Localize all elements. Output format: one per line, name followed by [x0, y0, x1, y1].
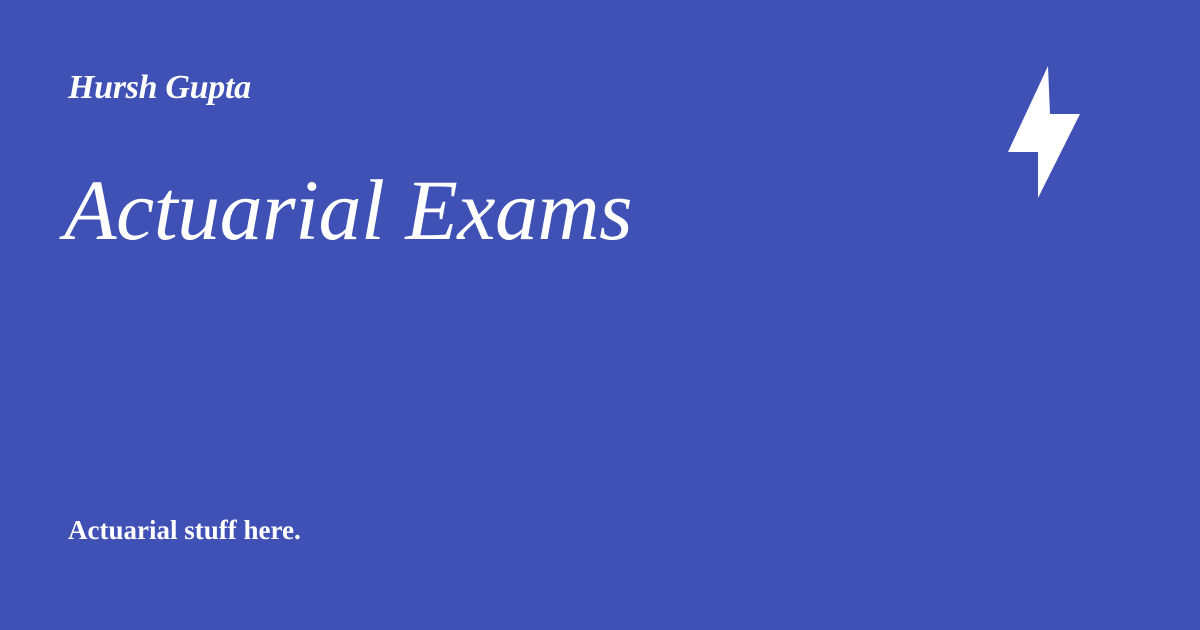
page-title: Actuarial Exams — [64, 162, 633, 258]
lightning-bolt-icon — [1008, 66, 1080, 198]
author-name: Hursh Gupta — [68, 69, 251, 106]
page-description: Actuarial stuff here. — [68, 515, 301, 545]
social-card: Hursh Gupta Actuarial Exams Actuarial st… — [0, 0, 1200, 630]
